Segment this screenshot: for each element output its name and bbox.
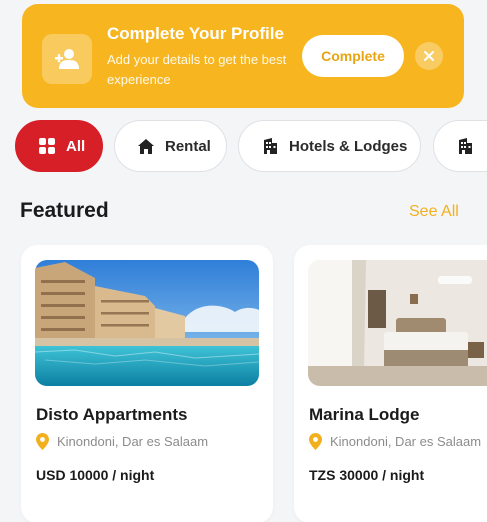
complete-profile-banner: Complete Your Profile Add your details t… [22, 4, 464, 108]
property-image [35, 260, 259, 386]
category-label: Rental [165, 137, 211, 155]
location-pin-icon [309, 433, 322, 450]
banner-subtitle: Add your details to get the best experie… [107, 52, 287, 87]
location-text: Kinondoni, Dar es Salaam [330, 434, 482, 449]
building-icon [261, 137, 279, 155]
complete-profile-button[interactable]: Complete [302, 35, 404, 77]
category-chip-hotels-lodges[interactable]: Hotels & Lodges [238, 120, 421, 172]
property-location: Kinondoni, Dar es Salaam [36, 433, 208, 450]
property-card[interactable]: Disto Appartments Kinondoni, Dar es Sala… [21, 245, 273, 522]
see-all-link[interactable]: See All [409, 203, 459, 221]
featured-list: Disto Appartments Kinondoni, Dar es Sala… [0, 245, 487, 522]
close-icon[interactable] [415, 42, 443, 70]
location-text: Kinondoni, Dar es Salaam [57, 434, 209, 449]
featured-section-title: Featured [20, 199, 109, 222]
property-location: Kinondoni, Dar es Salaam [309, 433, 481, 450]
category-chip-all[interactable]: All [15, 120, 103, 172]
category-label: Hotels & Lodges [289, 137, 408, 155]
home-icon [137, 138, 155, 155]
location-pin-icon [36, 433, 49, 450]
category-label: All [66, 137, 86, 155]
category-chip-more[interactable] [433, 120, 487, 172]
property-name: Disto Appartments [36, 405, 188, 424]
property-image [308, 260, 487, 386]
property-price: USD 10000 / night [36, 467, 155, 483]
category-chip-rental[interactable]: Rental [114, 120, 227, 172]
category-filter-bar: All Rental Hotels & Lodges [0, 118, 487, 174]
banner-title: Complete Your Profile [107, 24, 284, 43]
property-name: Marina Lodge [309, 405, 420, 424]
property-price: TZS 30000 / night [309, 467, 425, 483]
building-icon [456, 137, 474, 155]
grid-icon [38, 137, 56, 155]
add-user-icon [42, 34, 92, 84]
property-card[interactable]: Marina Lodge Kinondoni, Dar es Salaam TZ… [294, 245, 487, 522]
